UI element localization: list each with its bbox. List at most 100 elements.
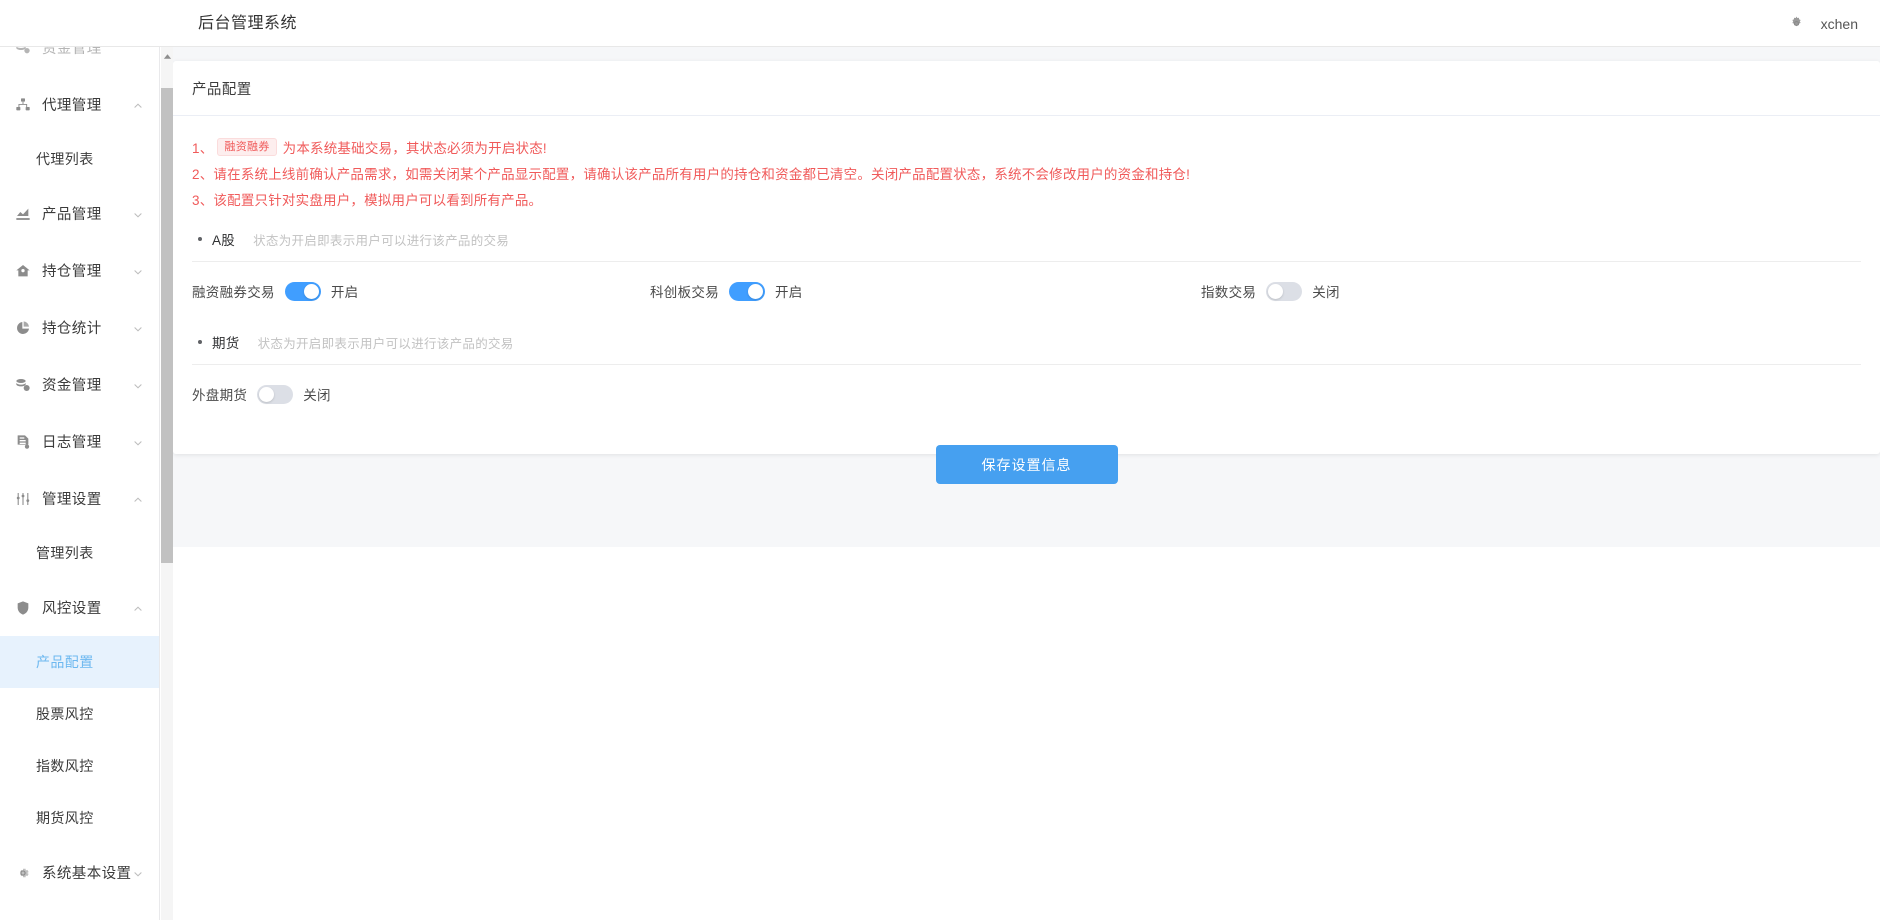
notice-text: 该配置只针对实盘用户，模拟用户可以看到所有产品。 <box>213 189 542 209</box>
chevron-up-icon <box>132 493 144 505</box>
chevron-down-icon <box>132 265 144 277</box>
sidebar-item-agent-management[interactable]: 代理管理 <box>0 76 160 133</box>
page-title: 后台管理系统 <box>198 0 297 47</box>
sidebar-item-admin-list[interactable]: 管理列表 <box>0 527 160 579</box>
save-button-container: 保存设置信息 <box>192 445 1861 484</box>
notice-line: 3、 该配置只针对实盘用户，模拟用户可以看到所有产品。 <box>192 188 1861 209</box>
section-header: 期货 状态为开启即表示用户可以进行该产品的交易 <box>192 332 1861 365</box>
sidebar-item-product-config[interactable]: 产品配置 <box>0 636 160 688</box>
sidebar-item-position-management-label: 持仓管理 <box>42 260 102 281</box>
toggle-overseas-futures: 外盘期货 关闭 <box>192 384 331 404</box>
switch-knob <box>259 387 274 402</box>
sidebar-scroll-content: 资金管理 代理管理 代理列表 产品管理 <box>0 47 160 920</box>
sidebar-item-stock-risk[interactable]: 股票风控 <box>0 688 160 740</box>
toggle-label: 科创板交易 <box>650 281 719 301</box>
sidebar-item-position-statistics[interactable]: 持仓统计 <box>0 299 160 356</box>
toggle-state: 关闭 <box>303 384 331 404</box>
notice-line: 2、 请在系统上线前确认产品需求，如需关闭某个产品显示配置，请确认该产品所有用户… <box>192 162 1861 183</box>
notice-text: 为本系统基础交易，其状态必须为开启状态! <box>283 137 547 157</box>
pie-icon <box>14 319 31 336</box>
notice-block: 1、 融资融券 为本系统基础交易，其状态必须为开启状态! 2、 请在系统上线前确… <box>192 136 1861 209</box>
sidebar-item-futures-risk[interactable]: 期货风控 <box>0 792 160 844</box>
gear-icon[interactable] <box>1788 15 1805 32</box>
top-header: 后台管理系统 xchen <box>0 0 1880 47</box>
switch-knob <box>1268 284 1283 299</box>
notice-index: 1、 <box>192 137 213 157</box>
page-background: 产品配置 1、 融资融券 为本系统基础交易，其状态必须为开启状态! 2、 请在系… <box>173 47 1880 547</box>
section-hint: 状态为开启即表示用户可以进行该产品的交易 <box>253 230 509 249</box>
index-trading-switch[interactable] <box>1266 282 1302 301</box>
coins-icon <box>14 47 31 56</box>
product-config-card: 产品配置 1、 融资融券 为本系统基础交易，其状态必须为开启状态! 2、 请在系… <box>173 61 1880 454</box>
main-content: 产品配置 1、 融资融券 为本系统基础交易，其状态必须为开启状态! 2、 请在系… <box>173 47 1880 920</box>
star-market-switch[interactable] <box>729 282 765 301</box>
bullet-icon <box>198 237 202 241</box>
sitemap-icon <box>14 96 31 113</box>
toggle-margin-trading: 融资融券交易 开启 <box>192 281 358 301</box>
sidebar-item-product-management[interactable]: 产品管理 <box>0 185 160 242</box>
sidebar-item-risk-settings[interactable]: 风控设置 <box>0 579 160 636</box>
section-header: A股 状态为开启即表示用户可以进行该产品的交易 <box>192 229 1861 262</box>
sidebar-item-position-management[interactable]: 持仓管理 <box>0 242 160 299</box>
user-name-label[interactable]: xchen <box>1821 16 1858 32</box>
sidebar-scrollbar[interactable] <box>161 47 173 920</box>
sidebar-scrollbar-thumb[interactable] <box>161 88 173 563</box>
sidebar-item-fund-management-label: 资金管理 <box>42 374 102 395</box>
sidebar-item-admin-list-label: 管理列表 <box>36 543 94 563</box>
header-right-cluster: xchen <box>1788 0 1858 47</box>
sidebar-item-stock-risk-label: 股票风控 <box>36 704 94 724</box>
sidebar-item-admin-settings[interactable]: 管理设置 <box>0 470 160 527</box>
section-name: 期货 <box>212 332 240 352</box>
chevron-up-icon <box>132 602 144 614</box>
sidebar-item-log-management[interactable]: 日志管理 <box>0 413 160 470</box>
toggle-state: 开启 <box>331 281 359 301</box>
toggle-label: 外盘期货 <box>192 384 247 404</box>
switch-knob <box>748 284 763 299</box>
save-button[interactable]: 保存设置信息 <box>936 445 1118 484</box>
sidebar-item-index-risk-label: 指数风控 <box>36 756 94 776</box>
chevron-down-icon <box>132 867 144 879</box>
sidebar-item-index-risk[interactable]: 指数风控 <box>0 740 160 792</box>
margin-trading-switch[interactable] <box>285 282 321 301</box>
shield-icon <box>14 599 31 616</box>
sidebar-item-product-config-label: 产品配置 <box>36 652 94 672</box>
chevron-down-icon <box>132 379 144 391</box>
chevron-up-icon <box>132 99 144 111</box>
toggle-label: 融资融券交易 <box>192 281 275 301</box>
sidebar-item-system-basic-settings-label: 系统基本设置 <box>42 862 131 883</box>
card-header: 产品配置 <box>173 61 1880 116</box>
chart-icon <box>14 205 31 222</box>
sidebar-item-agent-list[interactable]: 代理列表 <box>0 133 160 185</box>
gear-icon <box>14 864 31 881</box>
sidebar-nav: 资金管理 代理管理 代理列表 产品管理 <box>0 47 160 920</box>
toggle-row-futures: 外盘期货 关闭 <box>192 365 1861 423</box>
switch-knob <box>304 284 319 299</box>
toggle-index-trading: 指数交易 关闭 <box>1201 281 1340 301</box>
sidebar-item-system-basic-settings[interactable]: 系统基本设置 <box>0 844 160 901</box>
sidebar-item-agent-management-label: 代理管理 <box>42 94 102 115</box>
sidebar-item-product-management-label: 产品管理 <box>42 203 102 224</box>
sidebar-item-clipped-top-label: 资金管理 <box>42 47 102 58</box>
overseas-futures-switch[interactable] <box>257 385 293 404</box>
sidebar-item-risk-settings-label: 风控设置 <box>42 597 102 618</box>
notice-line: 1、 融资融券 为本系统基础交易，其状态必须为开启状态! <box>192 136 1861 157</box>
sidebar-item-clipped-top[interactable]: 资金管理 <box>0 47 160 76</box>
section-hint: 状态为开启即表示用户可以进行该产品的交易 <box>258 333 514 352</box>
log-icon <box>14 433 31 450</box>
sliders-icon <box>14 490 31 507</box>
toggle-label: 指数交易 <box>1201 281 1256 301</box>
notice-index: 3、 <box>192 189 213 209</box>
toggle-state: 开启 <box>775 281 803 301</box>
section-futures: 期货 状态为开启即表示用户可以进行该产品的交易 外盘期货 关闭 <box>192 332 1861 423</box>
coins-icon <box>14 376 31 393</box>
scroll-up-arrow-icon[interactable] <box>161 49 173 63</box>
section-a-shares: A股 状态为开启即表示用户可以进行该产品的交易 融资融券交易 开启 科创板交易 <box>192 229 1861 320</box>
sidebar-item-agent-list-label: 代理列表 <box>36 149 94 169</box>
bullet-icon <box>198 340 202 344</box>
margin-trading-tag: 融资融券 <box>217 138 276 156</box>
card-title: 产品配置 <box>192 78 252 99</box>
sidebar-item-fund-management[interactable]: 资金管理 <box>0 356 160 413</box>
toggle-row-a-shares: 融资融券交易 开启 科创板交易 开启 指数交易 <box>192 262 1861 320</box>
sidebar-item-system-manual[interactable]: 系统说明 <box>0 901 160 920</box>
sidebar-item-position-statistics-label: 持仓统计 <box>42 317 102 338</box>
